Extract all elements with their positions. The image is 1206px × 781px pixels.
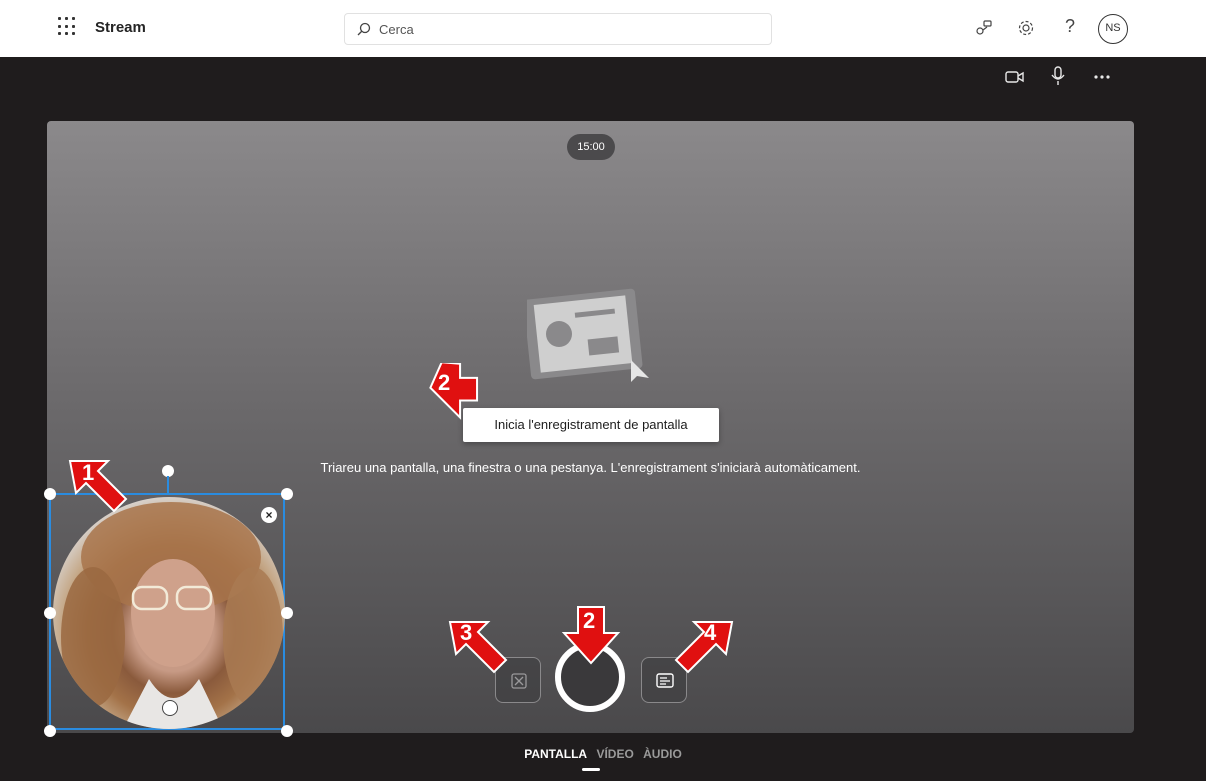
- tab-pantalla[interactable]: PANTALLA: [524, 747, 587, 761]
- avatar[interactable]: NS: [1098, 14, 1128, 44]
- gear-icon[interactable]: [1017, 19, 1035, 37]
- resize-handle-bottom-right[interactable]: [281, 725, 293, 737]
- resize-handle-right[interactable]: [281, 607, 293, 619]
- timer: 15:00: [567, 134, 615, 160]
- annotation-number-4: 4: [704, 620, 717, 645]
- microphone-icon[interactable]: [1050, 66, 1066, 86]
- help-icon[interactable]: ?: [1065, 16, 1075, 37]
- close-webcam-icon[interactable]: ×: [261, 507, 277, 523]
- resize-handle-bottom-left[interactable]: [44, 725, 56, 737]
- tab-video[interactable]: VÍDEO: [596, 747, 633, 761]
- webcam-preview[interactable]: ×: [44, 488, 293, 737]
- camera-icon[interactable]: [1005, 68, 1025, 86]
- annotation-number-2-top: 2: [438, 370, 451, 395]
- app-launcher-icon[interactable]: [58, 17, 78, 37]
- annotation-arrow-3: [448, 621, 508, 674]
- app-name[interactable]: Stream: [95, 19, 146, 36]
- rotate-handle-stem: [167, 476, 169, 493]
- mode-tabs: PANTALLA VÍDEO ÀUDIO: [0, 747, 1206, 761]
- search-icon: [357, 22, 371, 36]
- search-box[interactable]: Cerca: [344, 13, 772, 45]
- tab-audio[interactable]: ÀUDIO: [643, 747, 682, 761]
- share-icon[interactable]: [975, 19, 993, 37]
- top-bar: Stream Cerca ? NS: [0, 0, 1206, 57]
- instructions-text: Triareu una pantalla, una finestra o una…: [320, 460, 861, 475]
- search-input[interactable]: Cerca: [379, 22, 414, 37]
- active-tab-indicator: [582, 768, 600, 771]
- annotation-arrow-2-top: [429, 363, 479, 420]
- resize-handle-left[interactable]: [44, 607, 56, 619]
- swap-camera-icon[interactable]: [162, 700, 178, 716]
- annotation-number-2-bottom: 2: [583, 608, 596, 633]
- annotation-number-1: 1: [82, 460, 95, 485]
- start-recording-tooltip: Inicia l'enregistrament de pantalla: [463, 408, 719, 442]
- annotation-number-3: 3: [460, 620, 473, 645]
- webcam-face-image: [53, 497, 285, 729]
- annotation-arrow-1: [68, 460, 128, 513]
- resize-handle-top-left[interactable]: [44, 488, 56, 500]
- screen-share-illustration: [527, 288, 649, 382]
- resize-handle-top-right[interactable]: [281, 488, 293, 500]
- more-icon[interactable]: [1094, 74, 1110, 80]
